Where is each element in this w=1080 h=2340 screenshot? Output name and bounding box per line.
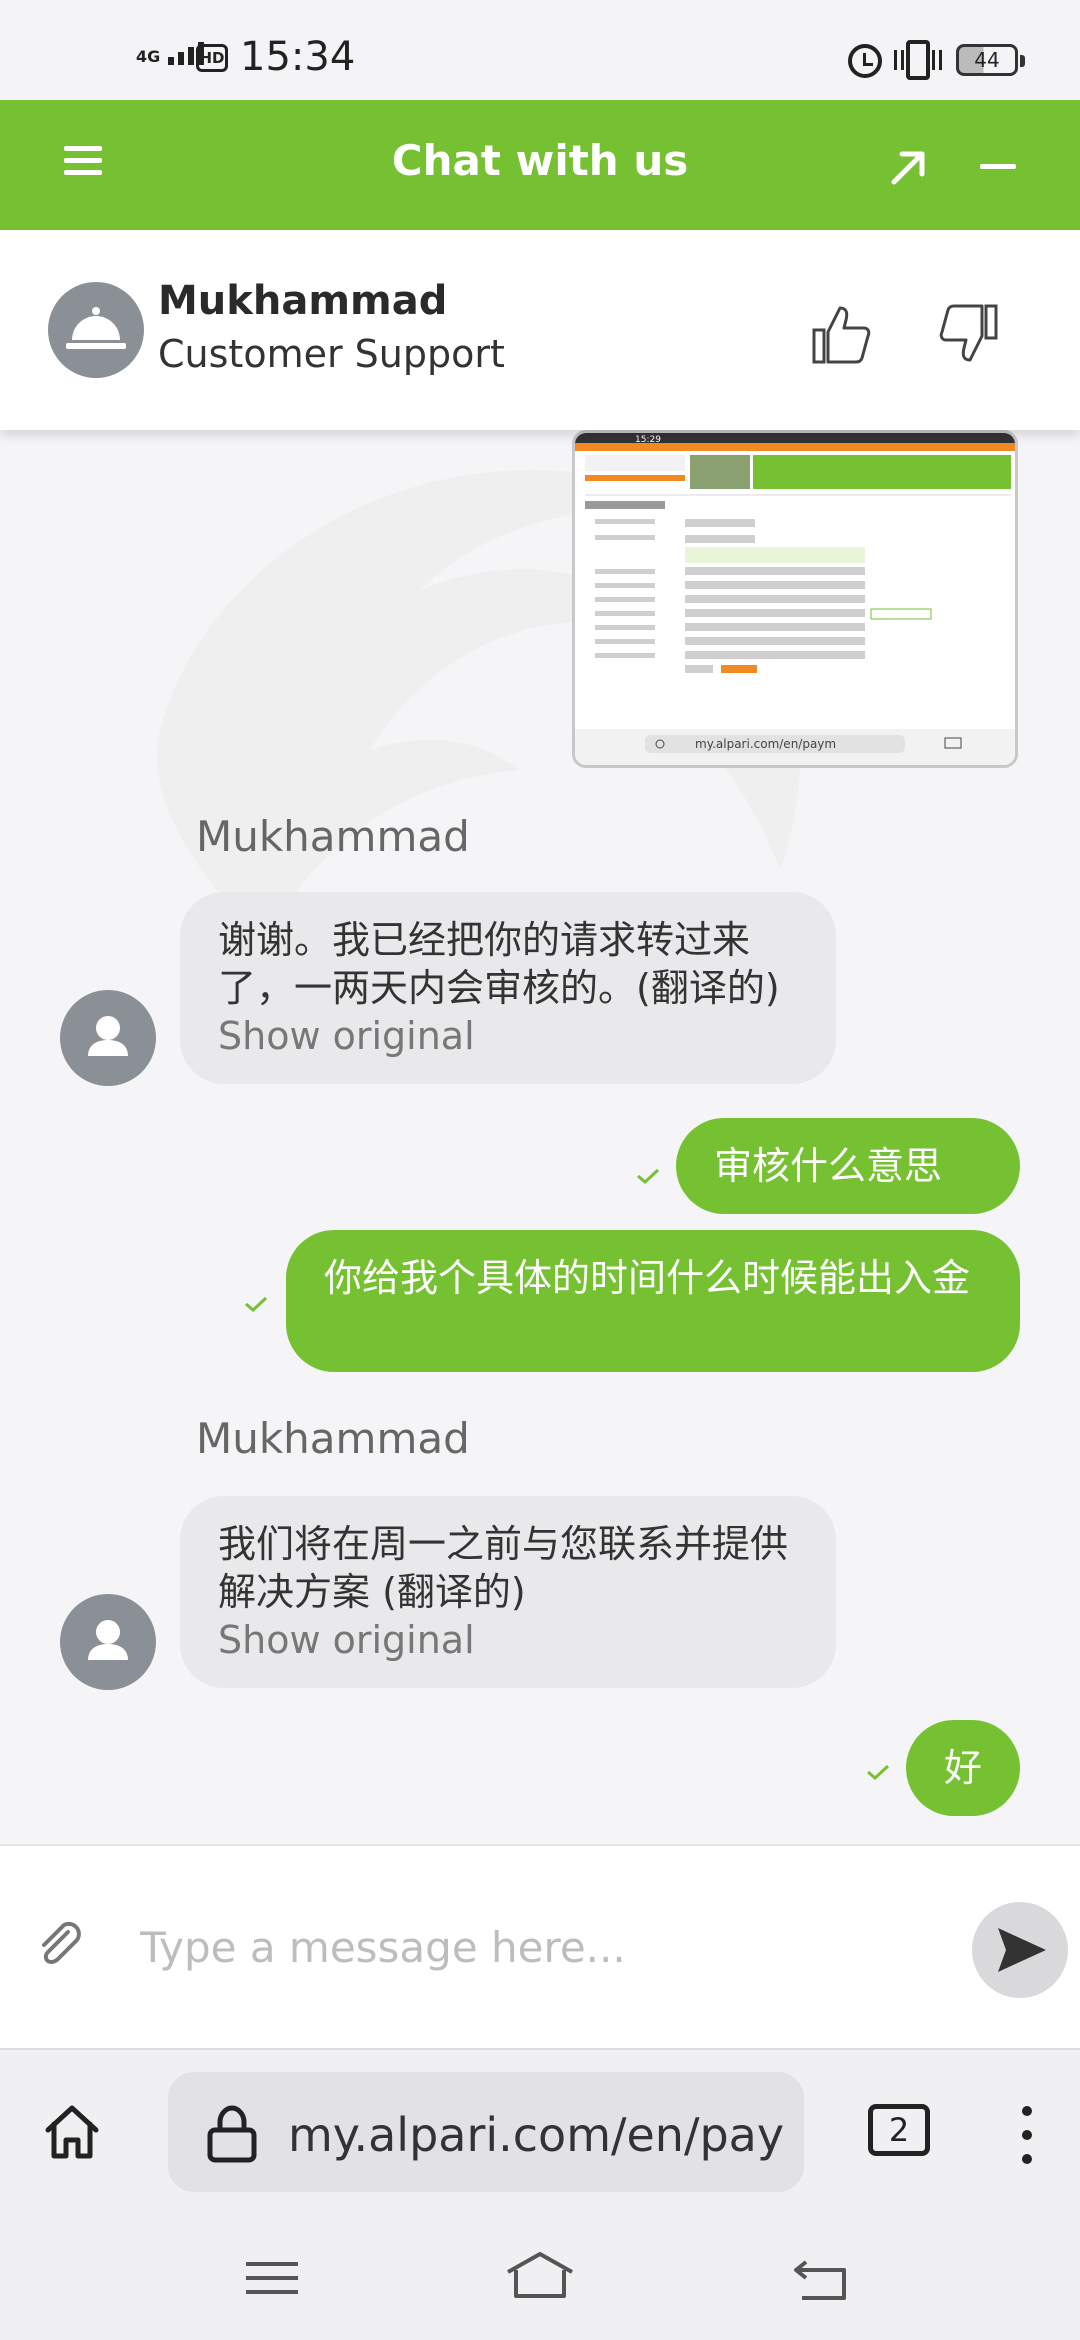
person-icon: [88, 1620, 128, 1660]
message-text: 审核什么意思: [714, 1144, 943, 1188]
paperclip-icon[interactable]: [32, 1918, 86, 1972]
outgoing-message: 你给我个具体的时间什么时候能出入金: [286, 1230, 1020, 1372]
status-bar: 4G HD 15:34 44: [0, 0, 1080, 100]
nav-home-icon[interactable]: [504, 2250, 576, 2302]
signal-icon: 4G: [136, 42, 205, 66]
incoming-message: 谢谢。我已经把你的请求转过来了，一两天内会审核的。(翻译的) Show orig…: [180, 892, 836, 1084]
lock-icon: [204, 2104, 260, 2164]
agent-role: Customer Support: [158, 332, 505, 376]
browser-toolbar: my.alpari.com/en/paym 2: [0, 2048, 1080, 2218]
sender-name: Mukhammad: [196, 1414, 470, 1463]
network-type: 4G: [136, 47, 161, 66]
chat-header: Chat with us: [0, 100, 1080, 230]
alarm-icon: [848, 44, 882, 78]
thumbs-down-icon[interactable]: [936, 302, 1000, 366]
message-text: 你给我个具体的时间什么时候能出入金: [324, 1256, 971, 1300]
outgoing-message: 审核什么意思: [676, 1118, 1020, 1214]
tab-switcher-button[interactable]: 2: [868, 2104, 930, 2156]
status-time: 15:34: [240, 34, 356, 80]
send-button[interactable]: [972, 1902, 1068, 1998]
vibrate-icon: [894, 40, 942, 80]
show-original-link[interactable]: Show original: [218, 1014, 475, 1058]
message-text: 我们将在周一之前与您联系并提供解决方案 (翻译的): [218, 1522, 789, 1614]
recent-apps-icon[interactable]: [246, 2258, 298, 2298]
system-nav-bar: [0, 2218, 1080, 2340]
sent-check-icon: [867, 1764, 890, 1780]
thumbs-up-icon[interactable]: [810, 302, 874, 366]
message-text: 谢谢。我已经把你的请求转过来了，一两天内会审核的。(翻译的): [218, 918, 780, 1010]
thumb-url: my.alpari.com/en/paym: [695, 737, 836, 751]
nav-back-icon[interactable]: [792, 2254, 850, 2302]
outgoing-message: 好: [906, 1720, 1020, 1816]
message-text: 好: [943, 1746, 982, 1790]
incoming-message: 我们将在周一之前与您联系并提供解决方案 (翻译的) Show original: [180, 1496, 836, 1688]
agent-avatar: [48, 282, 144, 378]
expand-arrow-icon[interactable]: [886, 144, 932, 190]
show-original-link[interactable]: Show original: [218, 1618, 475, 1662]
home-icon[interactable]: [40, 2100, 104, 2164]
agent-message-avatar: [60, 1594, 156, 1690]
send-arrow-icon: [998, 1928, 1046, 1972]
hd-icon: HD: [196, 44, 228, 72]
sender-name: Mukhammad: [196, 812, 470, 861]
agent-message-avatar: [60, 990, 156, 1086]
address-bar[interactable]: my.alpari.com/en/paym: [168, 2072, 804, 2192]
person-icon: [88, 1016, 128, 1056]
agent-name: Mukhammad: [158, 278, 448, 324]
screenshot-attachment[interactable]: 15:29 my.alpari.com/en/paym: [572, 430, 1018, 768]
chat-messages[interactable]: 15:29 my.alpari.com/en/paym Mukhammad 谢谢…: [0, 430, 1080, 1844]
service-bell-icon: [66, 307, 126, 349]
sent-check-icon: [245, 1296, 268, 1312]
message-composer: [0, 1844, 1080, 2048]
url-text: my.alpari.com/en/paym: [288, 2108, 788, 2162]
battery-icon: 44: [956, 44, 1025, 76]
message-input[interactable]: [140, 1902, 940, 1992]
agent-card: Mukhammad Customer Support: [0, 230, 1080, 430]
more-options-icon[interactable]: [1008, 2104, 1048, 2168]
minimize-icon[interactable]: [976, 144, 1022, 190]
sent-check-icon: [637, 1168, 660, 1184]
